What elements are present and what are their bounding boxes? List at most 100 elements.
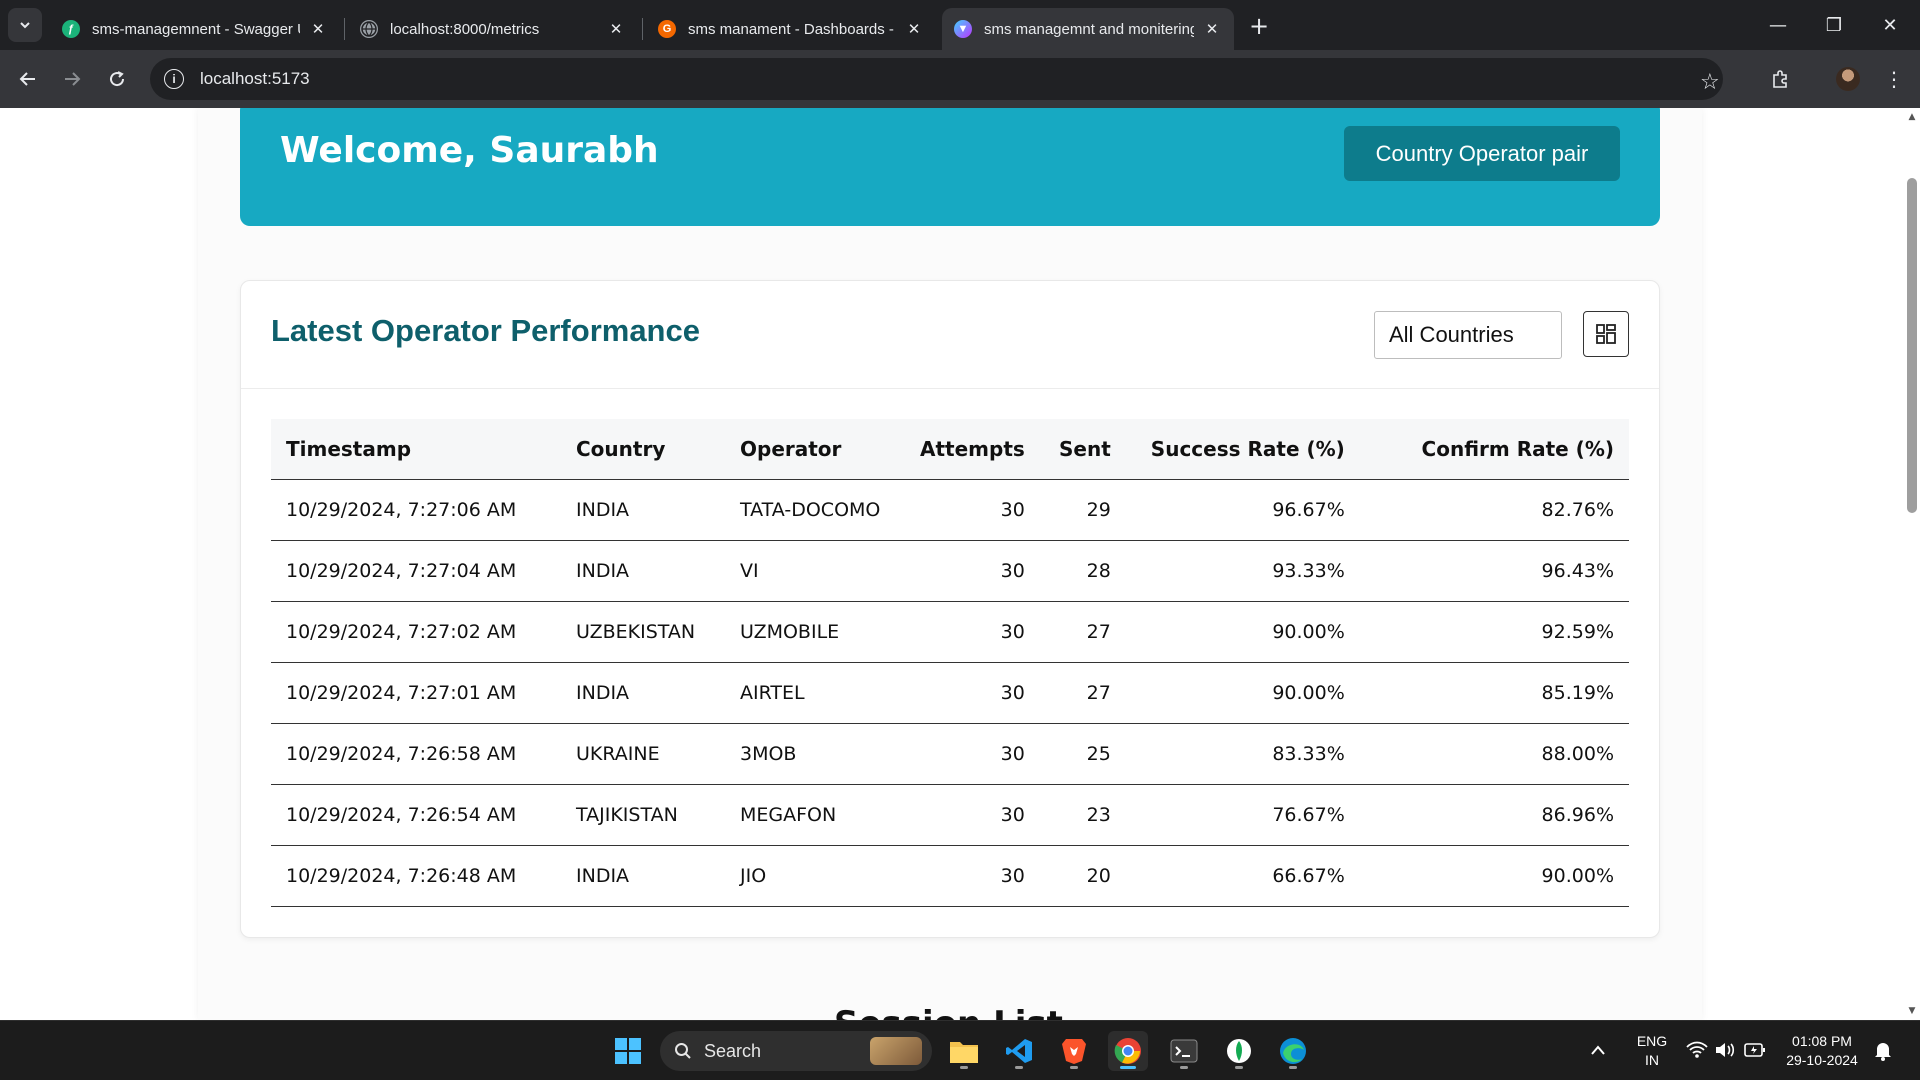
tab-title: sms-managemnent - Swagger UI	[92, 20, 300, 38]
table-row: 10/29/2024, 7:27:06 AM INDIA TATA-DOCOMO 30…	[271, 479, 1629, 541]
operator-performance-card: Latest Operator Performance All Countrie…	[240, 280, 1660, 938]
minimize-button[interactable]: —	[1750, 0, 1806, 50]
cell-operator: AIRTEL	[725, 662, 905, 724]
file-explorer-icon[interactable]	[944, 1031, 984, 1071]
clock-time: 01:08 PM	[1792, 1033, 1852, 1049]
cell-country: INDIA	[561, 662, 725, 724]
chevron-down-icon	[20, 22, 30, 29]
info-icon[interactable]: i	[164, 69, 184, 89]
cell-sent: 23	[1039, 784, 1126, 846]
column-header-operator: Operator	[725, 419, 905, 480]
cell-confirm-rate: 82.76%	[1359, 479, 1629, 541]
wifi-icon[interactable]	[1686, 1041, 1708, 1063]
grid-view-button[interactable]	[1583, 311, 1629, 357]
country-filter-select[interactable]: All Countries	[1374, 311, 1562, 359]
edge-icon[interactable]	[1273, 1031, 1313, 1071]
swagger-icon: ƒ	[62, 20, 80, 38]
reload-button[interactable]	[99, 61, 135, 97]
cell-country: UKRAINE	[561, 723, 725, 785]
cell-confirm-rate: 85.19%	[1359, 662, 1629, 724]
taskbar-search[interactable]: Search	[660, 1031, 932, 1071]
tab-grafana[interactable]: G sms manament - Dashboards - Grafana ✕	[646, 8, 936, 50]
forward-button[interactable]	[54, 61, 90, 97]
cell-operator: JIO	[725, 845, 905, 907]
cell-confirm-rate: 86.96%	[1359, 784, 1629, 846]
restore-button[interactable]: ❐	[1806, 0, 1862, 50]
cell-confirm-rate: 96.43%	[1359, 540, 1629, 602]
scroll-up-arrow-icon[interactable]: ▲	[1907, 112, 1917, 122]
cell-operator: TATA-DOCOMO	[725, 479, 905, 541]
card-title: Latest Operator Performance	[271, 313, 700, 348]
taskbar-search-label: Search	[704, 1040, 762, 1061]
column-header-country: Country	[561, 419, 725, 480]
volume-icon[interactable]	[1714, 1041, 1736, 1063]
cell-success-rate: 66.67%	[1125, 845, 1360, 907]
cell-sent: 28	[1039, 540, 1126, 602]
cell-confirm-rate: 88.00%	[1359, 723, 1629, 785]
new-tab-button[interactable]: +	[1245, 12, 1273, 40]
battery-icon[interactable]	[1744, 1042, 1766, 1062]
cell-success-rate: 83.33%	[1125, 723, 1360, 785]
more-menu-icon[interactable]: ⋮	[1876, 61, 1912, 97]
cell-timestamp: 10/29/2024, 7:27:04 AM	[271, 540, 561, 602]
back-button[interactable]	[10, 61, 46, 97]
search-highlight-icon	[870, 1037, 922, 1065]
table-row: 10/29/2024, 7:26:58 AM UKRAINE 3MOB 30 25 83.…	[271, 723, 1629, 785]
scroll-down-arrow-icon[interactable]: ▼	[1907, 1006, 1917, 1016]
chevron-up-icon[interactable]	[1590, 1041, 1606, 1060]
welcome-title: Welcome, Saurabh	[280, 130, 659, 171]
address-bar[interactable]: i localhost:5173	[150, 58, 1723, 100]
cell-operator: UZMOBILE	[725, 601, 905, 663]
url-text: localhost:5173	[200, 69, 310, 88]
bookmark-star-icon[interactable]: ☆	[1700, 70, 1720, 95]
tab-sms-dashboard[interactable]: ▼ sms managemnt and monitering ✕	[942, 8, 1234, 50]
vscode-icon[interactable]	[999, 1031, 1039, 1071]
country-operator-pair-button[interactable]: Country Operator pair	[1344, 126, 1620, 181]
table-row: 10/29/2024, 7:27:01 AM INDIA AIRTEL 30 27 90.…	[271, 662, 1629, 724]
extensions-icon[interactable]	[1762, 61, 1798, 97]
language-indicator[interactable]: ENG IN	[1632, 1032, 1672, 1070]
close-window-button[interactable]: ✕	[1862, 0, 1918, 50]
scrollbar-thumb[interactable]	[1907, 178, 1917, 513]
clock[interactable]: 01:08 PM 29-10-2024	[1780, 1032, 1864, 1070]
cell-sent: 20	[1039, 845, 1126, 907]
welcome-banner: Welcome, Saurabh Country Operator pair	[240, 108, 1660, 226]
cell-timestamp: 10/29/2024, 7:27:02 AM	[271, 601, 561, 663]
table-row: 10/29/2024, 7:26:54 AM TAJIKISTAN MEGAFON 3…	[271, 784, 1629, 846]
chrome-icon[interactable]	[1108, 1031, 1148, 1071]
tab-swagger[interactable]: ƒ sms-managemnent - Swagger UI ✕	[50, 8, 340, 50]
tab-title: sms manament - Dashboards - Grafana	[688, 20, 896, 38]
reload-icon	[110, 71, 125, 87]
globe-icon	[360, 20, 378, 38]
grid-view-icon	[1596, 324, 1616, 344]
cell-success-rate: 90.00%	[1125, 601, 1360, 663]
search-icon	[675, 1043, 691, 1059]
close-icon[interactable]: ✕	[1202, 19, 1222, 39]
cell-attempts: 30	[905, 662, 1040, 724]
page-scrollbar[interactable]: ▲ ▼	[1904, 108, 1920, 1020]
start-button[interactable]	[608, 1031, 648, 1071]
tab-metrics[interactable]: localhost:8000/metrics ✕	[348, 8, 638, 50]
notification-bell-icon[interactable]	[1874, 1041, 1892, 1065]
profile-avatar[interactable]	[1836, 67, 1860, 91]
column-header-sent: Sent	[1039, 419, 1126, 480]
cell-country: TAJIKISTAN	[561, 784, 725, 846]
close-icon[interactable]: ✕	[606, 19, 626, 39]
language-code: ENG	[1636, 1033, 1668, 1049]
cell-country: INDIA	[561, 845, 725, 907]
cell-success-rate: 76.67%	[1125, 784, 1360, 846]
cell-operator: VI	[725, 540, 905, 602]
card-header: Latest Operator Performance All Countrie…	[241, 281, 1659, 389]
mongodb-compass-icon[interactable]	[1219, 1031, 1259, 1071]
brave-browser-icon[interactable]	[1054, 1031, 1094, 1071]
cell-success-rate: 90.00%	[1125, 662, 1360, 724]
terminal-icon[interactable]	[1164, 1031, 1204, 1071]
cell-country: INDIA	[561, 479, 725, 541]
tab-title: sms managemnt and monitering	[984, 20, 1194, 38]
table-header-row: Timestamp Country Operator Attempts Sent…	[271, 419, 1629, 480]
cell-timestamp: 10/29/2024, 7:27:06 AM	[271, 479, 561, 541]
close-icon[interactable]: ✕	[904, 19, 924, 39]
tab-search-button[interactable]	[8, 8, 42, 42]
close-icon[interactable]: ✕	[308, 19, 328, 39]
column-header-success-rate: Success Rate (%)	[1125, 419, 1360, 480]
